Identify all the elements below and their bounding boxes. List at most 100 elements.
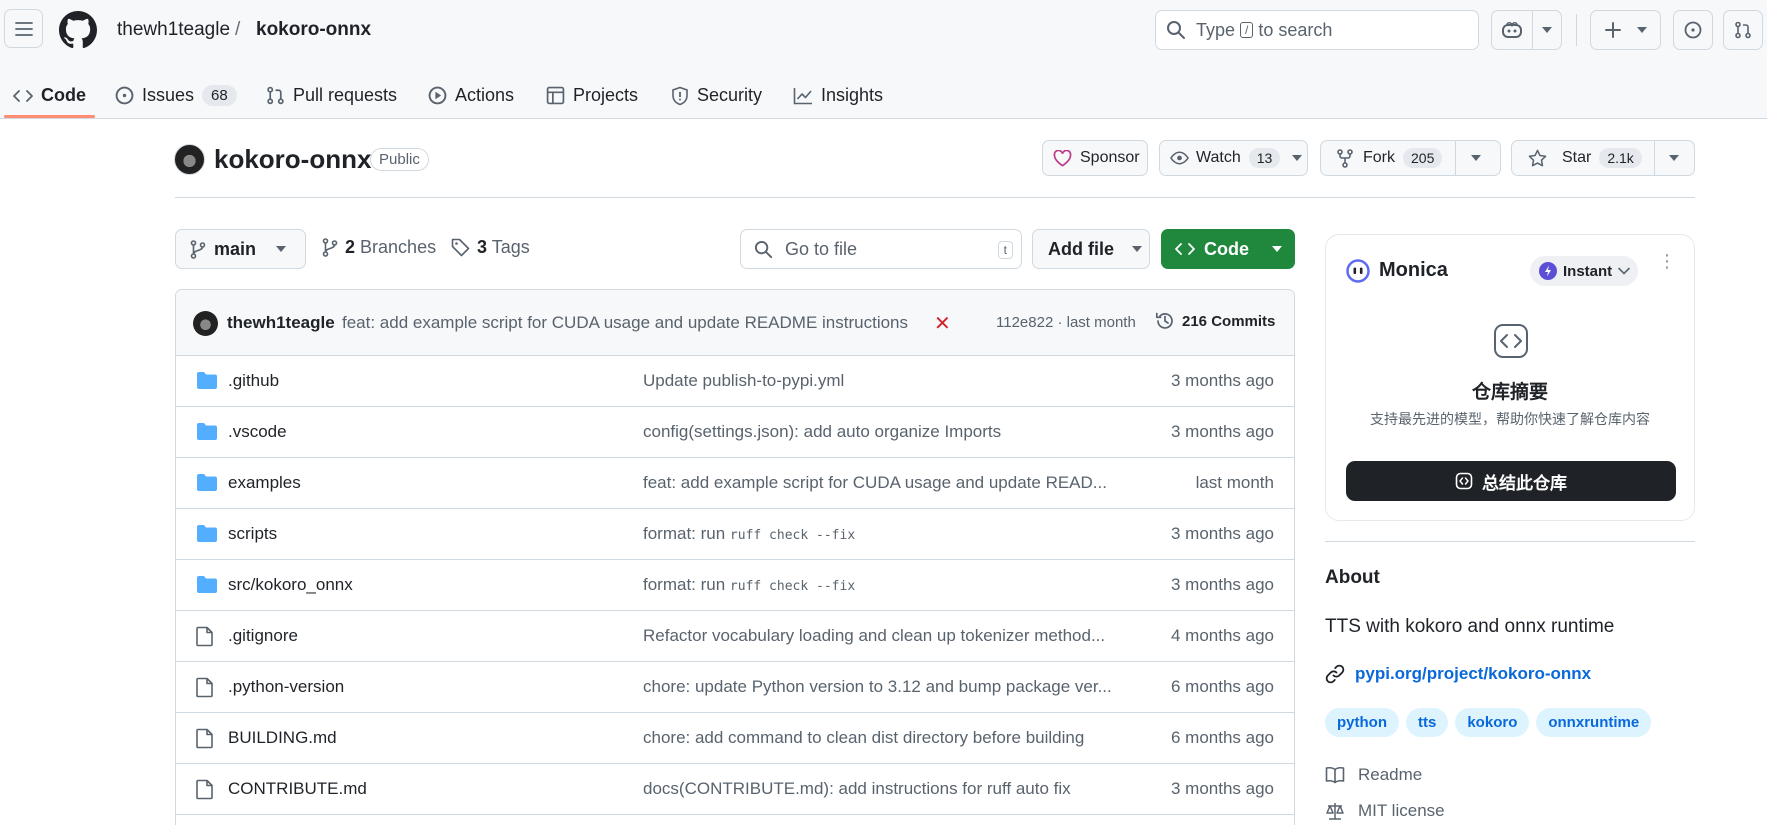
file-name[interactable]: CONTRIBUTE.md xyxy=(228,779,367,799)
sidebar-divider xyxy=(1325,541,1695,542)
file-commit-time[interactable]: 3 months ago xyxy=(1171,575,1274,595)
summarize-repo-button[interactable]: 总结此仓库 xyxy=(1346,461,1676,501)
global-search-input[interactable]: Type / to search xyxy=(1155,10,1479,50)
chevron-down-icon xyxy=(1618,267,1630,275)
file-commit-message[interactable]: Update publish-to-pypi.yml xyxy=(643,371,844,391)
file-commit-message[interactable]: Refactor vocabulary loading and clean up… xyxy=(643,626,1105,646)
file-commit-message[interactable]: feat: add example script for CUDA usage … xyxy=(643,473,1107,493)
tab-issues[interactable]: Issues 68 xyxy=(115,72,237,119)
plus-icon xyxy=(1604,22,1621,38)
file-name[interactable]: BUILDING.md xyxy=(228,728,337,748)
ci-failed-icon[interactable]: ✕ xyxy=(934,311,951,336)
file-commit-time[interactable]: 3 months ago xyxy=(1171,371,1274,391)
fork-button[interactable]: Fork 205 xyxy=(1320,140,1501,176)
tab-label: Projects xyxy=(573,85,639,105)
graph-icon xyxy=(793,87,812,104)
file-icon xyxy=(196,677,214,698)
file-name[interactable]: .python-version xyxy=(228,677,344,697)
issues-count: 68 xyxy=(202,85,237,106)
file-commit-time[interactable]: 4 months ago xyxy=(1171,626,1274,646)
tags-link[interactable]: 3 Tags xyxy=(451,237,530,258)
menu-button[interactable] xyxy=(4,9,43,48)
go-to-file-input[interactable]: Go to file t xyxy=(740,229,1022,269)
code-button[interactable]: Code xyxy=(1161,229,1295,269)
title-divider xyxy=(175,197,1695,198)
file-row[interactable]: .vscode config(settings.json): add auto o… xyxy=(176,407,1294,458)
git-pull-request-icon xyxy=(1735,21,1751,39)
issues-button[interactable] xyxy=(1673,10,1713,50)
license-label: MIT license xyxy=(1358,801,1445,820)
visibility-badge: Public xyxy=(370,148,429,171)
commit-sha-time[interactable]: 112e822 · last month xyxy=(996,314,1136,331)
topic-tag[interactable]: kokoro xyxy=(1455,708,1530,737)
tab-projects[interactable]: Projects xyxy=(546,72,638,119)
tab-code[interactable]: Code xyxy=(13,72,86,119)
breadcrumb-repo[interactable]: kokoro-onnx xyxy=(256,19,371,41)
more-options-icon[interactable]: ⋮ xyxy=(1658,252,1676,270)
file-commit-time[interactable]: 6 months ago xyxy=(1171,728,1274,748)
commit-author-avatar[interactable] xyxy=(193,311,218,336)
file-icon xyxy=(196,728,214,749)
file-row[interactable]: BUILDING.md chore: add command to clean d… xyxy=(176,713,1294,764)
file-commit-message[interactable]: config(settings.json): add auto organize… xyxy=(643,422,1001,442)
fork-dropdown[interactable] xyxy=(1456,155,1496,161)
create-new-button[interactable] xyxy=(1590,10,1661,50)
file-commit-time[interactable]: 3 months ago xyxy=(1171,779,1274,799)
tab-insights[interactable]: Insights xyxy=(793,72,883,119)
file-name[interactable]: .github xyxy=(228,371,279,391)
add-file-button[interactable]: Add file xyxy=(1032,229,1150,269)
file-name[interactable]: .gitignore xyxy=(228,626,298,646)
watch-button[interactable]: Watch 13 xyxy=(1159,140,1308,176)
file-commit-message[interactable]: format: run ruff check --fix xyxy=(643,524,855,544)
about-description: TTS with kokoro and onnx runtime xyxy=(1325,616,1615,637)
repo-name[interactable]: kokoro-onnx xyxy=(214,144,371,175)
tab-actions[interactable]: Actions xyxy=(428,72,514,119)
file-commit-message[interactable]: chore: add command to clean dist directo… xyxy=(643,728,1084,748)
license-link[interactable]: MIT license xyxy=(1325,801,1445,821)
branches-link[interactable]: 2 Branches xyxy=(322,237,436,258)
chevron-down-icon xyxy=(1272,246,1282,252)
sponsor-button[interactable]: Sponsor xyxy=(1042,140,1148,176)
star-button[interactable]: Star 2.1k xyxy=(1511,140,1695,176)
readme-link[interactable]: Readme xyxy=(1325,765,1422,785)
copilot-button[interactable] xyxy=(1491,10,1562,50)
commit-message[interactable]: feat: add example script for CUDA usage … xyxy=(342,313,908,333)
star-label: Star xyxy=(1562,149,1592,166)
file-commit-time[interactable]: 3 months ago xyxy=(1171,422,1274,442)
file-row[interactable]: examples feat: add example script for CUD… xyxy=(176,458,1294,509)
commits-history-link[interactable]: 216 Commits xyxy=(1155,311,1275,331)
file-row[interactable]: src/kokoro_onnx format: run ruff check --… xyxy=(176,560,1294,611)
model-mode-selector[interactable]: Instant xyxy=(1530,256,1638,286)
topic-tag[interactable]: tts xyxy=(1406,708,1449,737)
star-icon xyxy=(1528,149,1547,167)
owner-avatar[interactable] xyxy=(174,144,205,175)
breadcrumb-owner[interactable]: thewh1teagle xyxy=(117,19,230,41)
homepage-link[interactable]: pypi.org/project/kokoro-onnx xyxy=(1325,664,1591,684)
star-dropdown[interactable] xyxy=(1655,155,1693,161)
topic-tag[interactable]: python xyxy=(1325,708,1399,737)
pull-requests-button[interactable] xyxy=(1723,10,1763,50)
copilot-icon xyxy=(1502,21,1522,38)
file-commit-time[interactable]: last month xyxy=(1196,473,1274,493)
file-commit-time[interactable]: 6 months ago xyxy=(1171,677,1274,697)
file-row[interactable]: CONTRIBUTE.md docs(CONTRIBUTE.md): add in… xyxy=(176,764,1294,815)
file-name[interactable]: scripts xyxy=(228,524,277,544)
file-commit-time[interactable]: 3 months ago xyxy=(1171,524,1274,544)
tab-security[interactable]: Security xyxy=(671,72,762,119)
file-name[interactable]: .vscode xyxy=(228,422,287,442)
topic-tag[interactable]: onnxruntime xyxy=(1536,708,1652,737)
file-commit-message[interactable]: format: run ruff check --fix xyxy=(643,575,855,595)
file-row[interactable]: scripts format: run ruff check --fix 3 mon… xyxy=(176,509,1294,560)
github-logo-icon[interactable] xyxy=(59,11,97,49)
file-row[interactable]: .python-version chore: update Python vers… xyxy=(176,662,1294,713)
branch-selector[interactable]: main xyxy=(175,229,306,269)
commit-author[interactable]: thewh1teagle xyxy=(227,313,335,333)
tab-label: Insights xyxy=(821,85,884,105)
file-row[interactable]: .github Update publish-to-pypi.yml 3 month… xyxy=(176,356,1294,407)
file-name[interactable]: examples xyxy=(228,473,301,493)
file-name[interactable]: src/kokoro_onnx xyxy=(228,575,353,595)
file-commit-message[interactable]: chore: update Python version to 3.12 and… xyxy=(643,677,1112,697)
file-commit-message[interactable]: docs(CONTRIBUTE.md): add instructions fo… xyxy=(643,779,1071,799)
tab-pull-requests[interactable]: Pull requests xyxy=(266,72,397,119)
file-row[interactable]: .gitignore Refactor vocabulary loading an… xyxy=(176,611,1294,662)
